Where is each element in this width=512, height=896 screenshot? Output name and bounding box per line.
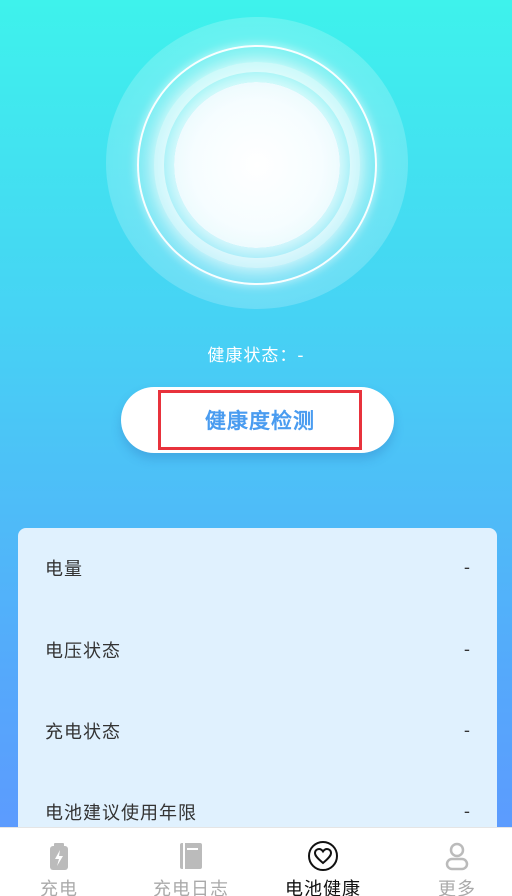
health-orb — [106, 17, 408, 309]
tab-label: 电池健康 — [285, 879, 361, 896]
info-value: - — [463, 721, 471, 741]
info-label: 电压状态 — [45, 641, 121, 662]
info-label: 电量 — [45, 559, 83, 580]
tab-battery-health[interactable]: 电池健康 — [264, 828, 382, 896]
detect-button-highlight: 健康度检测 — [158, 390, 362, 450]
orb-core — [174, 82, 340, 248]
battery-icon — [50, 843, 68, 870]
health-status-value: - — [297, 346, 305, 366]
battery-info-card: 电量 - 电压状态 - 充电状态 - 电池建议使用年限 - — [18, 528, 497, 838]
info-row-charge: 电量 - — [18, 548, 497, 588]
info-value: - — [463, 802, 471, 822]
heart-icon — [308, 841, 338, 871]
info-row-voltage: 电压状态 - — [18, 630, 497, 670]
tab-more[interactable]: 更多 — [398, 828, 512, 896]
bottom-tab-bar: 充电 充电日志 电池健康 更多 — [0, 827, 512, 896]
book-icon — [180, 843, 202, 869]
info-label: 充电状态 — [45, 722, 121, 743]
info-label: 电池建议使用年限 — [45, 803, 197, 824]
tab-charge-log[interactable]: 充电日志 — [132, 828, 250, 896]
health-detect-button[interactable]: 健康度检测 — [121, 387, 394, 453]
info-row-charging: 充电状态 - — [18, 711, 497, 751]
person-icon — [445, 842, 469, 871]
health-status-label: 健康状态： — [207, 346, 298, 366]
health-status-text: 健康状态：- — [0, 341, 512, 366]
info-value: - — [463, 640, 471, 660]
tab-label: 充电 — [40, 879, 78, 896]
info-value: - — [463, 558, 471, 578]
tab-label: 更多 — [438, 879, 476, 896]
tab-charge[interactable]: 充电 — [0, 828, 118, 896]
info-row-lifespan: 电池建议使用年限 - — [18, 792, 497, 832]
tab-label: 充电日志 — [153, 879, 229, 896]
detect-button-label: 健康度检测 — [205, 409, 315, 433]
